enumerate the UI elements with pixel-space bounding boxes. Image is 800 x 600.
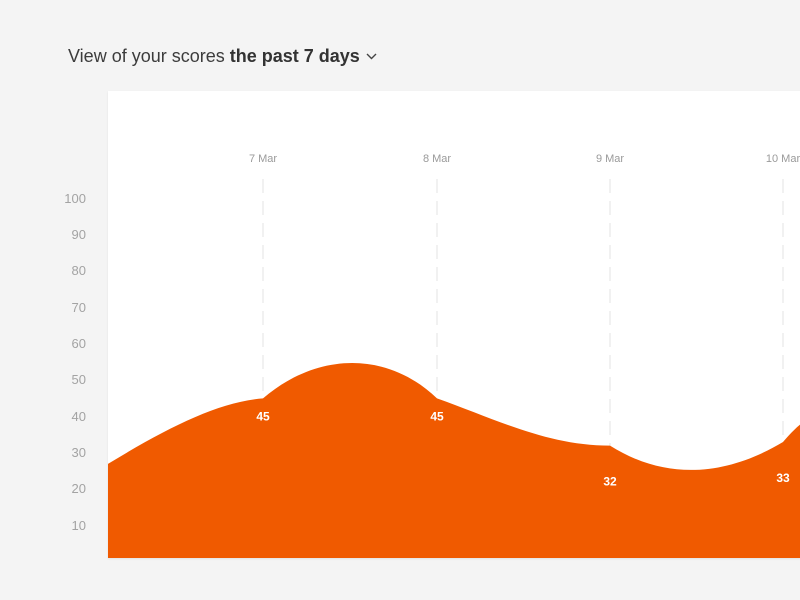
y-tick-label: 100 [64, 190, 86, 206]
y-tick-label: 90 [71, 226, 86, 242]
y-tick-label: 80 [71, 263, 86, 279]
y-tick-label: 30 [71, 444, 86, 460]
score-chart: 7 Mar 8 Mar 9 Mar 10 Mar 45 45 32 33 [108, 153, 800, 558]
period-selector[interactable]: the past 7 days [230, 46, 360, 67]
data-label: 33 [776, 471, 790, 485]
chevron-down-icon[interactable] [366, 53, 377, 60]
chart-heading: View of your scores the past 7 days [68, 46, 377, 67]
chart-card: 7 Mar 8 Mar 9 Mar 10 Mar 45 45 32 33 [108, 91, 800, 558]
y-tick-label: 70 [71, 299, 86, 315]
data-label: 45 [430, 409, 444, 423]
x-tick-label: 9 Mar [596, 153, 624, 165]
y-tick-label: 50 [71, 372, 86, 388]
x-tick-label: 7 Mar [249, 153, 277, 165]
y-tick-label: 40 [71, 408, 86, 424]
data-label: 32 [603, 475, 617, 489]
x-tick-label: 8 Mar [423, 153, 451, 165]
y-tick-label: 20 [71, 481, 86, 497]
heading-prefix: View of your scores [68, 46, 225, 66]
y-tick-label: 10 [71, 517, 86, 533]
y-tick-label: 60 [71, 335, 86, 351]
score-area [108, 363, 800, 558]
x-tick-label: 10 Mar [766, 153, 800, 165]
data-label: 45 [256, 409, 270, 423]
